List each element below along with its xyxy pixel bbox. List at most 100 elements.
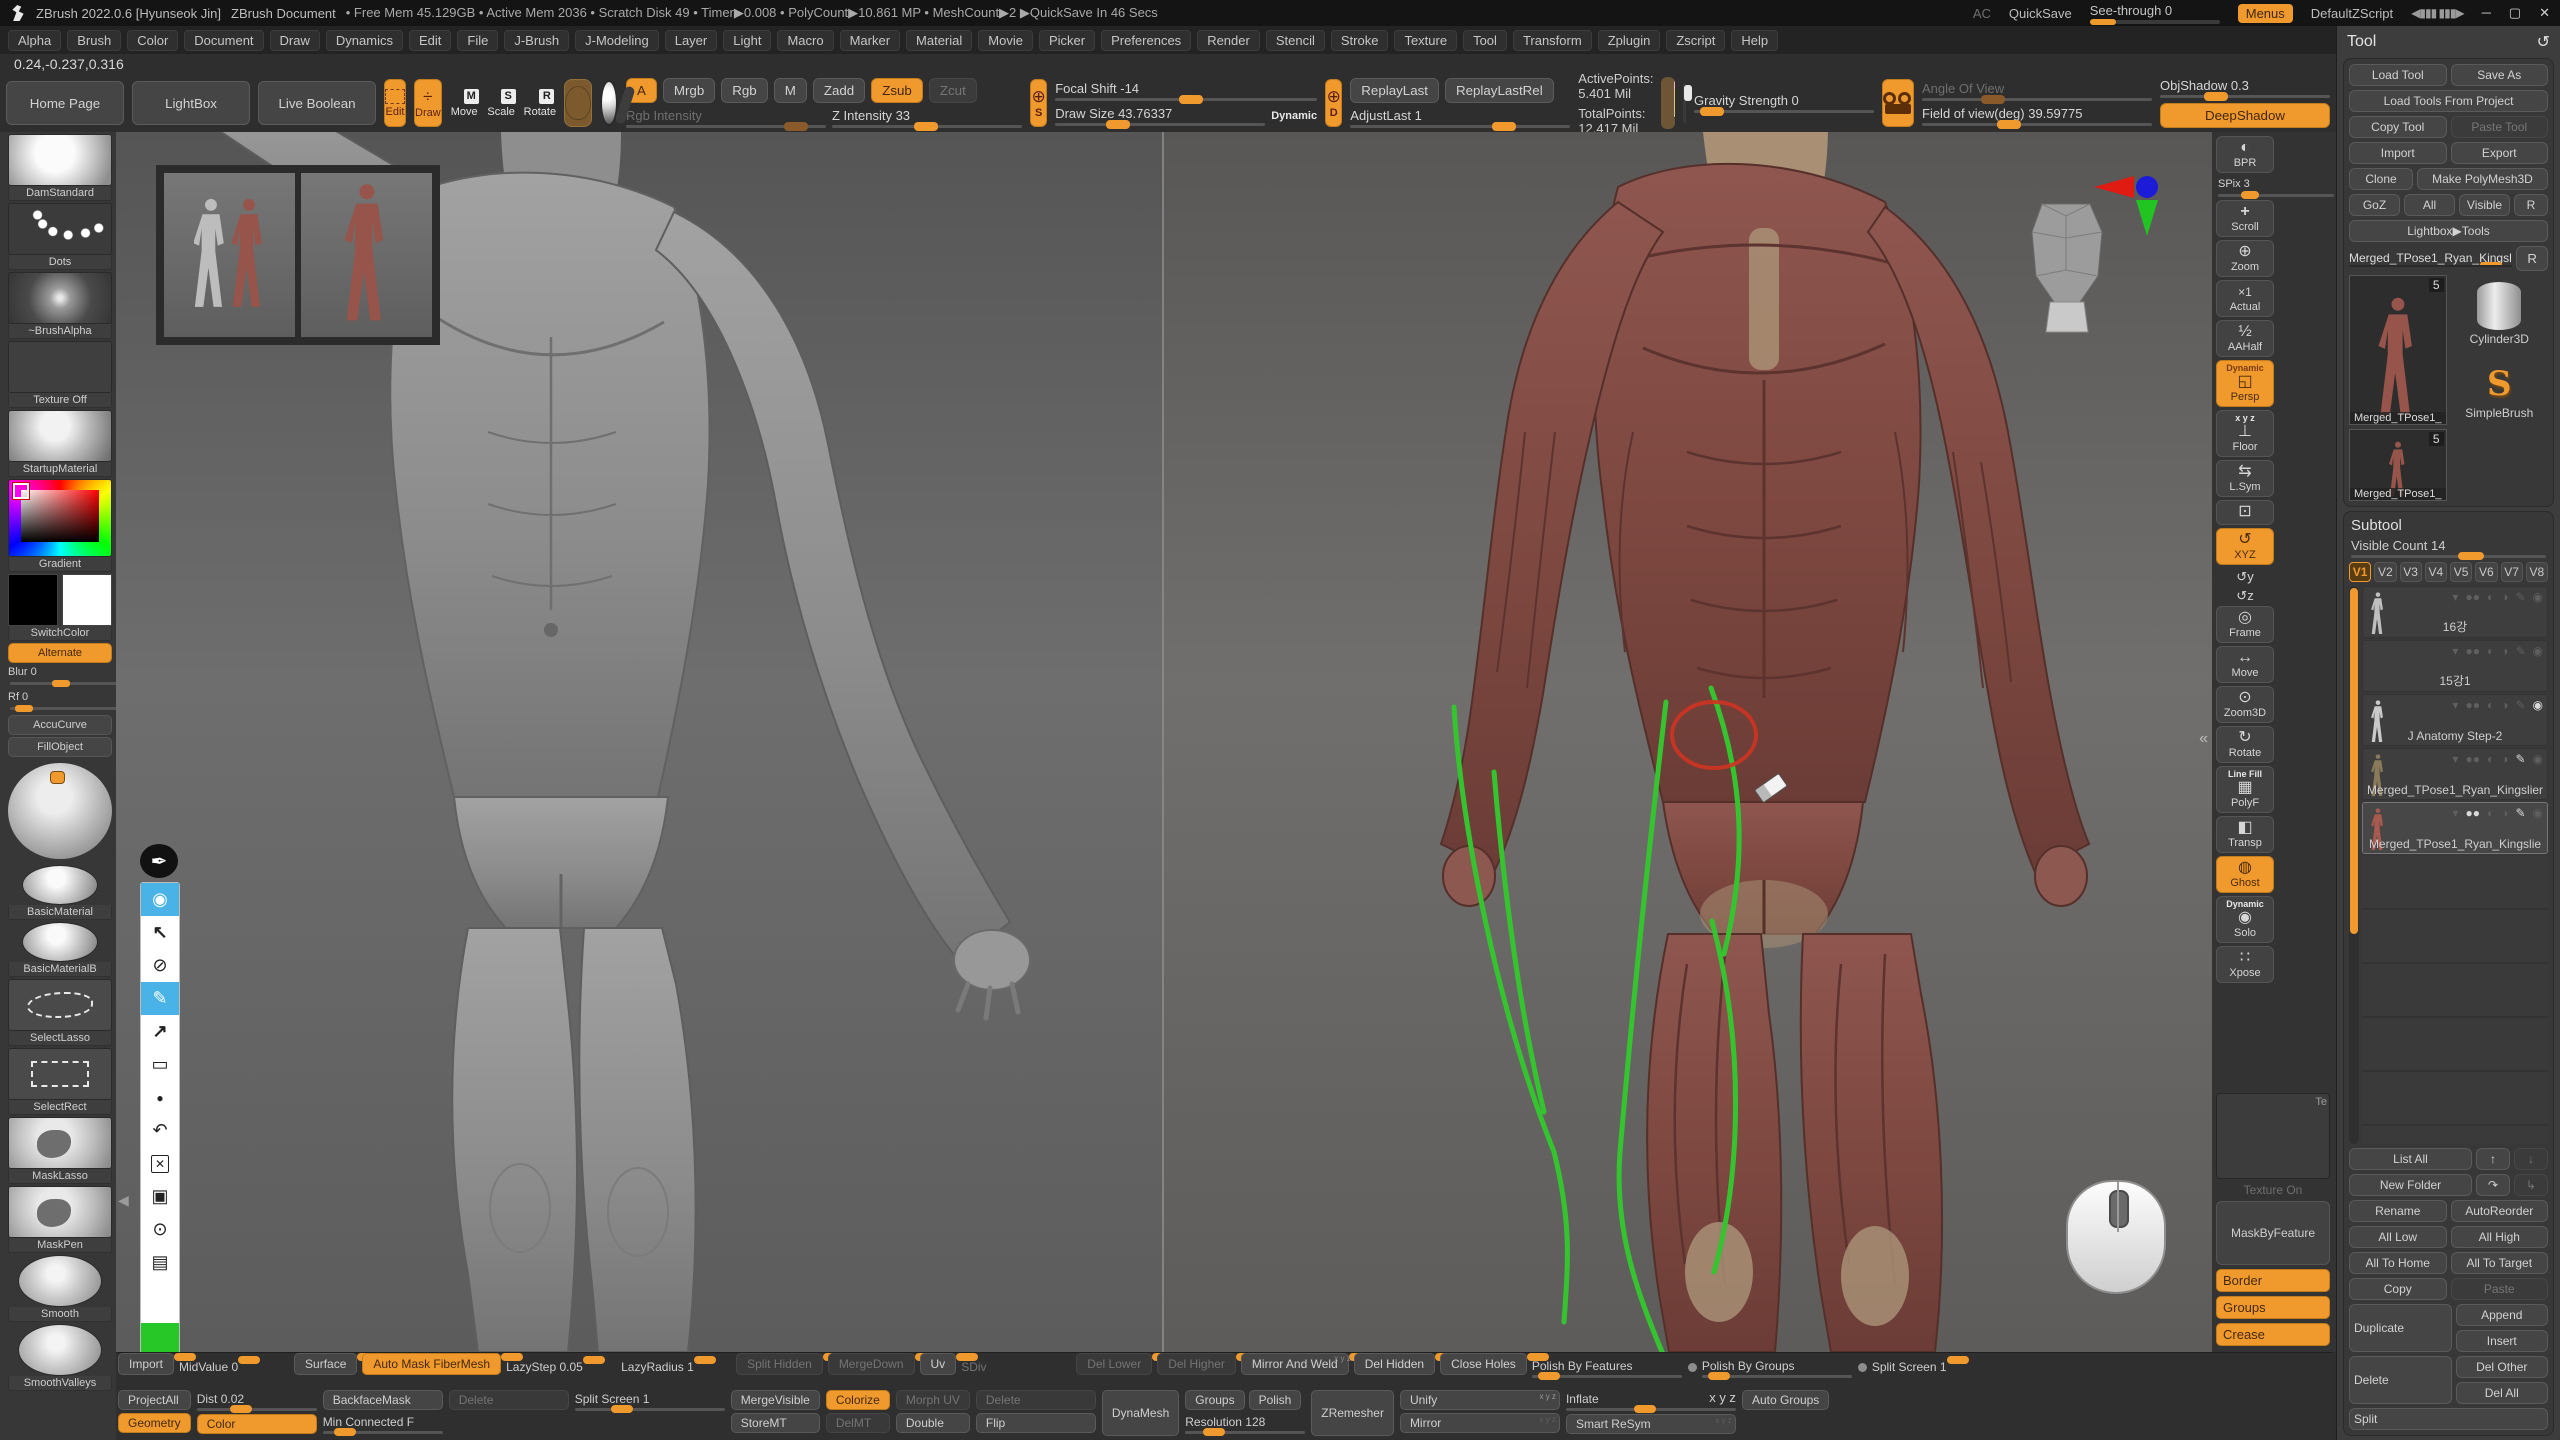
zremesher-button[interactable]: ZRemesher — [1311, 1390, 1394, 1436]
eye-icon[interactable]: ◉ — [2533, 698, 2543, 712]
save-as-button[interactable]: Save As — [2451, 64, 2549, 86]
collapse-chevrons[interactable]: « — [2199, 730, 2208, 748]
left-tray-item[interactable]: Alternate — [8, 643, 112, 663]
menu-item[interactable]: Stencil — [1266, 30, 1325, 51]
texture-on-label[interactable]: Texture On — [2216, 1183, 2330, 1197]
new-folder-button[interactable]: New Folder — [2349, 1174, 2472, 1196]
contrast-icon[interactable]: ◑ — [2501, 590, 2508, 604]
paste-tool-button[interactable]: Paste Tool — [2451, 116, 2549, 138]
tool-thumbnail-2[interactable]: 5 Merged_TPose1_ — [2349, 429, 2447, 501]
annotation-tool-button[interactable] — [141, 1114, 179, 1147]
left-tray-item[interactable] — [8, 759, 112, 863]
left-tray-item[interactable]: FillObject — [8, 737, 112, 757]
menu-item[interactable]: Layer — [665, 30, 718, 51]
right-shelf-button[interactable]: x y z Floor — [2216, 410, 2274, 457]
list-all-button[interactable]: List All — [2349, 1148, 2472, 1170]
right-shelf-button[interactable]: L.Sym — [2216, 460, 2274, 497]
menu-item[interactable]: Help — [1731, 30, 1778, 51]
bottom-shelf-item[interactable]: Split Screen 1 — [1872, 1356, 1982, 1374]
polypaint-icon[interactable]: ●● — [2465, 590, 2480, 604]
brush-icon[interactable]: ✎ — [2515, 644, 2525, 658]
menu-item[interactable]: Edit — [409, 30, 451, 51]
rgb-button[interactable]: Rgb — [721, 78, 767, 103]
right-shelf-button[interactable]: AAHalf — [2216, 320, 2274, 357]
goz-all-button[interactable]: All — [2404, 194, 2455, 216]
cylinder3d-tool[interactable]: Cylinder3D — [2451, 275, 2549, 353]
eye-icon[interactable]: ◉ — [2533, 752, 2543, 766]
current-material-ball[interactable] — [600, 80, 618, 126]
subtool-view-tab[interactable]: V1 — [2349, 562, 2371, 582]
mergevisible-button[interactable]: MergeVisible — [731, 1390, 820, 1410]
flip-icon[interactable]: ▾ — [2452, 590, 2458, 604]
goz-visible-button[interactable]: Visible — [2459, 194, 2510, 216]
replay-last-button[interactable]: ReplayLast — [1350, 78, 1439, 103]
copy-tool-button[interactable]: Copy Tool — [2349, 116, 2447, 138]
bottom-shelf-item[interactable]: LazyRadius 1 — [621, 1356, 731, 1374]
right-shelf-button[interactable]: Ghost — [2216, 856, 2274, 893]
menu-item[interactable]: Color — [127, 30, 178, 51]
left-tray-item[interactable]: StartupMaterial — [8, 410, 112, 477]
edit-mode-button[interactable]: Edit — [384, 79, 406, 127]
tool-r-button[interactable]: R — [2516, 246, 2548, 271]
sculpt-canvas[interactable]: ✒ — [116, 132, 2212, 1352]
menu-item[interactable]: J-Modeling — [575, 30, 659, 51]
projectall-button[interactable]: ProjectAll — [118, 1390, 191, 1410]
contrast-icon[interactable]: ◑ — [2501, 806, 2508, 820]
load-tools-from-project-button[interactable]: Load Tools From Project — [2349, 90, 2548, 112]
bottom-shelf-item[interactable]: Mirror And Weld x y z — [1241, 1356, 1349, 1371]
goz-r-button[interactable]: R — [2514, 194, 2548, 216]
annotation-tool-button[interactable] — [141, 1081, 179, 1114]
right-shelf-button[interactable]: Dynamic Persp — [2216, 360, 2274, 407]
menu-item[interactable]: J-Brush — [504, 30, 569, 51]
left-tray-item[interactable]: Blur 0 — [8, 665, 116, 688]
bottom-shelf-item[interactable]: Del Higher — [1157, 1356, 1236, 1371]
menu-item[interactable]: Macro — [777, 30, 833, 51]
menu-item[interactable]: Material — [906, 30, 972, 51]
menu-item[interactable]: Zscript — [1666, 30, 1725, 51]
left-tray-item[interactable]: BasicMaterial — [8, 865, 112, 920]
half-icon[interactable]: ◐ — [2487, 806, 2494, 820]
all-to-target-button[interactable]: All To Target — [2451, 1252, 2549, 1274]
rename-button[interactable]: Rename — [2349, 1200, 2447, 1222]
reset-icon[interactable]: ↺ — [2537, 32, 2550, 52]
right-shelf-button[interactable]: BPR — [2216, 136, 2274, 173]
delete2-button[interactable]: Delete — [976, 1390, 1096, 1410]
subtool-view-tab[interactable]: V5 — [2450, 562, 2472, 582]
polypaint-icon[interactable]: ●● — [2465, 752, 2480, 766]
visible-count-slider[interactable]: Visible Count 14 — [2349, 538, 2548, 558]
eye-icon[interactable]: ◉ — [2533, 590, 2543, 604]
flip-icon[interactable]: ▾ — [2452, 698, 2458, 712]
menu-item[interactable]: Light — [723, 30, 771, 51]
minimize-button[interactable]: ─ — [2482, 5, 2491, 21]
objshadow-slider[interactable]: ObjShadow 0.3 — [2160, 78, 2330, 98]
menus-button[interactable]: Menus — [2238, 4, 2293, 23]
append-button[interactable]: Append — [2456, 1304, 2549, 1326]
insert-button[interactable]: Insert — [2456, 1330, 2549, 1352]
close-button[interactable]: ✕ — [2539, 5, 2550, 21]
menu-item[interactable]: Preferences — [1101, 30, 1191, 51]
gravity-strength-slider[interactable]: Gravity Strength 0 — [1694, 93, 1874, 113]
subtool-view-tab[interactable]: V6 — [2475, 562, 2497, 582]
dynamic-brush-size-button[interactable]: ⊕ D — [1325, 79, 1342, 127]
current-alpha-slot[interactable] — [564, 79, 592, 127]
right-shelf-button[interactable]: Actual — [2216, 280, 2274, 317]
camera-button[interactable] — [1882, 79, 1914, 127]
menu-item[interactable]: Dynamics — [326, 30, 403, 51]
texture-thumbnail[interactable]: Te — [2216, 1093, 2330, 1179]
lazy-mouse-pencil-icon[interactable] — [1661, 77, 1674, 129]
flip-icon[interactable]: ▾ — [2452, 644, 2458, 658]
unify-button[interactable]: Unifyx y z — [1400, 1390, 1560, 1410]
annotation-tool-button[interactable] — [141, 982, 179, 1015]
flip-button[interactable]: Flip — [976, 1413, 1096, 1433]
tray-adjuster-icons[interactable]: ◀▮▮▮ ▮▮▮▶ — [2411, 6, 2463, 20]
left-tray-item[interactable]: SelectRect — [8, 1048, 112, 1115]
menu-item[interactable]: Render — [1197, 30, 1260, 51]
right-shelf-button[interactable]: SPix 3 — [2216, 176, 2336, 197]
duplicate-button[interactable]: Duplicate — [2349, 1304, 2452, 1352]
half-icon[interactable]: ◐ — [2487, 644, 2494, 658]
bottom-shelf-item[interactable]: Split Hidden — [736, 1356, 823, 1371]
polish-button[interactable]: Polish — [1249, 1390, 1302, 1410]
colorize-button[interactable]: Colorize — [826, 1390, 890, 1410]
draw-size-slider[interactable]: Draw Size 43.76337 — [1055, 106, 1265, 126]
angle-of-view-slider[interactable]: Angle Of View — [1922, 81, 2152, 101]
